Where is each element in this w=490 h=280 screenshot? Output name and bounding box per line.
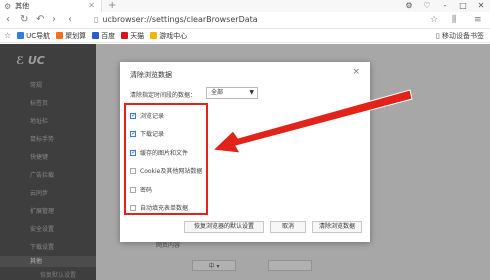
- bookmark-tmall[interactable]: 天猫: [121, 31, 144, 41]
- close-icon[interactable]: ×: [352, 67, 360, 77]
- bookmark-juhuasuan[interactable]: 聚划算: [56, 31, 86, 41]
- clear-data-dialog: 清除浏览数据 × 清除指定时间段的数据： 全部 ▼ 浏览记录 下载记录 缓存的图…: [120, 62, 370, 242]
- browser-tab[interactable]: ⚙ 其他 ✕: [0, 0, 102, 12]
- star-icon[interactable]: ☆: [4, 31, 11, 40]
- bookmark-game-center[interactable]: 游戏中心: [150, 31, 187, 41]
- back-icon[interactable]: ‹: [6, 14, 10, 25]
- passwords-checkbox[interactable]: [130, 186, 136, 193]
- gear-icon: ⚙: [4, 1, 12, 11]
- tmall-icon: [121, 32, 129, 39]
- dropdown-arrow-icon: ▼: [249, 89, 254, 96]
- option-history[interactable]: 浏览记录: [130, 111, 164, 120]
- new-tab-button[interactable]: +: [108, 0, 116, 11]
- shield-icon[interactable]: ♡: [418, 0, 436, 12]
- bookmark-baidu[interactable]: 百度: [92, 31, 115, 41]
- option-cache[interactable]: 缓存的图片和文件: [130, 148, 188, 157]
- title-bar: ⚙ 其他 ✕ + ⚙ ♡ - □ ✕: [0, 0, 490, 12]
- reload-icon[interactable]: ↻: [20, 14, 28, 25]
- time-range-value: 全部: [211, 89, 224, 96]
- minimize-button[interactable]: -: [436, 0, 454, 12]
- url-field[interactable]: ▯ ucbrowser://settings/clearBrowserData: [94, 15, 258, 24]
- close-window-button[interactable]: ✕: [472, 0, 490, 12]
- cache-checkbox[interactable]: [130, 148, 137, 156]
- url-text: ucbrowser://settings/clearBrowserData: [102, 15, 258, 24]
- juhuasuan-icon: [56, 32, 64, 39]
- menu-icon[interactable]: ≡: [474, 15, 482, 25]
- window-controls: ⚙ ♡ - □ ✕: [400, 0, 490, 12]
- restore-defaults-button[interactable]: 恢复浏览器的默认设置: [184, 221, 264, 233]
- downloads-checkbox[interactable]: [130, 129, 137, 137]
- option-label: 浏览记录: [140, 113, 165, 120]
- star-icon[interactable]: ☆: [430, 15, 438, 25]
- tab-title: 其他: [15, 2, 30, 10]
- time-range-select[interactable]: 全部 ▼: [206, 87, 258, 99]
- option-label: 自动填充表单数据: [140, 205, 189, 212]
- game-icon: [150, 32, 158, 39]
- option-downloads[interactable]: 下载记录: [130, 129, 164, 138]
- undo-icon[interactable]: ↶: [36, 14, 44, 25]
- bookmark-uc-nav[interactable]: UC导航: [17, 31, 50, 41]
- option-label: 缓存的图片和文件: [140, 150, 189, 157]
- autofill-checkbox[interactable]: [130, 204, 136, 211]
- uc-icon: [17, 32, 25, 39]
- maximize-button[interactable]: □: [454, 0, 472, 12]
- mobile-bookmarks[interactable]: ▯ 移动设备书签: [436, 31, 484, 41]
- history-checkbox[interactable]: [130, 111, 137, 119]
- forward-icon[interactable]: ›: [52, 14, 56, 25]
- dialog-title: 清除浏览数据: [130, 71, 172, 79]
- cookies-checkbox[interactable]: [130, 167, 136, 174]
- library-icon[interactable]: ⫼: [452, 15, 456, 25]
- skin-icon[interactable]: ⚙: [400, 0, 418, 12]
- baidu-icon: [92, 32, 100, 39]
- option-label: 密码: [140, 187, 153, 194]
- back-arrow-icon[interactable]: ‹: [68, 14, 72, 25]
- address-bar: ‹ ↻ ↶ › ‹ ▯ ucbrowser://settings/clearBro…: [0, 12, 490, 29]
- clear-data-button[interactable]: 清除浏览数据: [312, 221, 362, 233]
- page-icon: ▯: [94, 15, 99, 24]
- option-autofill[interactable]: 自动填充表单数据: [130, 203, 188, 212]
- option-label: Cookie及其他网站数据: [140, 168, 203, 175]
- option-cookies[interactable]: Cookie及其他网站数据: [130, 166, 202, 175]
- bookmarks-bar: ☆ UC导航 聚划算 百度 天猫 游戏中心 ▯ 移动设备书签: [0, 29, 490, 43]
- tab-close-icon[interactable]: ✕: [88, 1, 95, 10]
- option-passwords[interactable]: 密码: [130, 185, 152, 194]
- cancel-button[interactable]: 取消: [270, 221, 306, 233]
- option-label: 下载记录: [140, 131, 165, 138]
- time-range-label: 清除指定时间段的数据：: [130, 92, 197, 99]
